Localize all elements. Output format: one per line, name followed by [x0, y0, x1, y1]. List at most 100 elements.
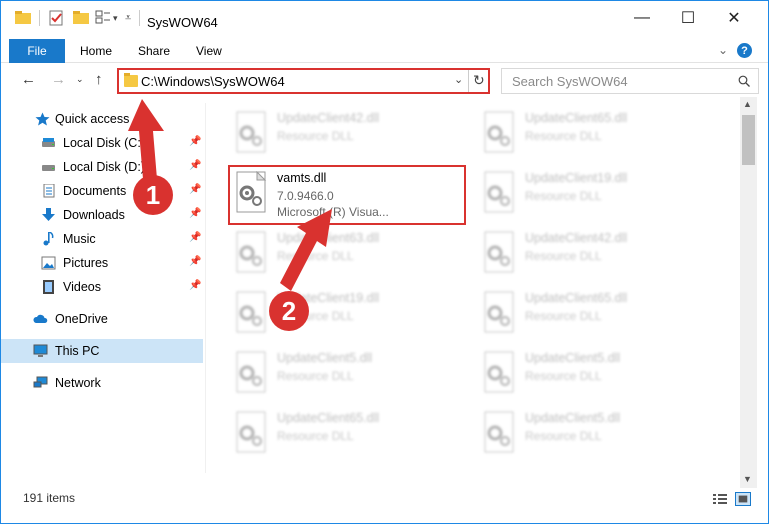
properties-icon[interactable]: [49, 10, 64, 26]
sidebar-item-quick-access[interactable]: Quick access: [1, 107, 203, 131]
sidebar-item-music[interactable]: Music 📌: [1, 227, 203, 251]
pin-icon[interactable]: 📌: [189, 232, 201, 243]
pin-icon[interactable]: 📌: [189, 160, 201, 171]
minimize-button[interactable]: —: [619, 1, 665, 35]
navigation-pane: Quick access Local Disk (C:) 📌 Local Dis…: [1, 103, 206, 483]
pin-icon[interactable]: 📌: [189, 208, 201, 219]
search-input[interactable]: Search SysWOW64: [512, 74, 628, 89]
divider: [205, 103, 206, 473]
maximize-button[interactable]: ☐: [665, 1, 711, 35]
list-item[interactable]: UpdateClient65.dll Resource DLL: [477, 107, 717, 161]
dll-file-icon: [484, 171, 514, 213]
callout-one: 1: [133, 175, 173, 215]
network-icon: [33, 376, 48, 388]
file-name: UpdateClient65.dll: [277, 411, 380, 425]
list-item[interactable]: UpdateClient65.dll Resource DLL: [477, 287, 717, 341]
window-title: SysWOW64: [147, 15, 218, 30]
sidebar-item-label: Local Disk (D:): [63, 160, 145, 174]
sidebar-item-label: Quick access: [55, 112, 130, 126]
forward-button[interactable]: →: [51, 71, 66, 88]
dll-file-icon: [484, 291, 514, 333]
file-type: Resource DLL: [277, 369, 354, 383]
pin-icon[interactable]: 📌: [189, 256, 201, 267]
file-name: UpdateClient42.dll: [525, 231, 628, 245]
search-box[interactable]: Search SysWOW64: [501, 68, 759, 94]
details-view-icon[interactable]: [712, 492, 728, 506]
music-icon: [43, 232, 54, 246]
refresh-icon[interactable]: ↻: [473, 72, 485, 89]
videos-icon: [43, 280, 54, 294]
ribbon-tabs: File Home Share View ⌄ ?: [1, 39, 768, 63]
pin-icon[interactable]: 📌: [189, 136, 201, 147]
list-item[interactable]: UpdateClient42.dll Resource DLL: [477, 227, 717, 281]
list-item[interactable]: UpdateClient65.dll Resource DLL: [229, 407, 469, 461]
scroll-down-icon[interactable]: ▼: [743, 474, 752, 484]
recent-locations-icon[interactable]: ⌄: [76, 74, 84, 85]
callout-two: 2: [269, 291, 309, 331]
file-name: UpdateClient63.dll: [277, 231, 380, 245]
large-icons-view-icon[interactable]: [735, 492, 751, 506]
pin-icon[interactable]: 📌: [189, 280, 201, 291]
folder-icon: [124, 73, 138, 87]
sidebar-item-local-disk-c[interactable]: Local Disk (C:) 📌: [1, 131, 203, 155]
scroll-thumb[interactable]: [742, 115, 755, 165]
sidebar-item-label: This PC: [55, 344, 100, 358]
list-item[interactable]: UpdateClient5.dll Resource DLL: [477, 347, 717, 401]
sidebar-item-onedrive[interactable]: OneDrive: [1, 307, 203, 331]
pictures-icon: [41, 256, 56, 270]
address-bar[interactable]: C:\Windows\SysWOW64 ⌄ ↻: [117, 68, 490, 94]
tab-view[interactable]: View: [196, 44, 222, 58]
cloud-icon: [33, 314, 48, 323]
up-button[interactable]: ↑: [95, 71, 103, 88]
file-type: Resource DLL: [277, 129, 354, 143]
sidebar-item-pictures[interactable]: Pictures 📌: [1, 251, 203, 275]
list-item[interactable]: UpdateClient5.dll Resource DLL: [229, 347, 469, 401]
dll-file-icon: [236, 351, 266, 393]
folder-icon: [15, 11, 31, 24]
dll-file-icon: [484, 231, 514, 273]
scroll-up-icon[interactable]: ▲: [743, 99, 752, 109]
sidebar-item-label: Pictures: [63, 256, 109, 270]
sidebar-item-network[interactable]: Network: [1, 371, 203, 395]
help-icon[interactable]: ?: [737, 43, 752, 58]
close-button[interactable]: ✕: [711, 1, 757, 35]
customize-toolbar-icon[interactable]: ⩡: [125, 12, 131, 25]
back-button[interactable]: ←: [21, 71, 36, 88]
tab-file[interactable]: File: [9, 39, 65, 63]
list-item[interactable]: UpdateClient19.dll Resource DLL: [229, 287, 469, 341]
list-item[interactable]: UpdateClient63.dll Resource DLL: [229, 227, 469, 281]
divider: [39, 10, 40, 26]
expand-ribbon-icon[interactable]: ⌄: [718, 43, 728, 57]
file-type: Resource DLL: [525, 429, 602, 443]
sidebar-item-this-pc[interactable]: This PC: [1, 339, 203, 363]
address-path[interactable]: C:\Windows\SysWOW64: [141, 74, 285, 89]
file-name: UpdateClient5.dll: [277, 351, 373, 365]
sidebar-item-label: Local Disk (C:): [63, 136, 145, 150]
dll-file-icon: [236, 291, 266, 333]
file-type: Resource DLL: [525, 369, 602, 383]
sidebar-item-downloads[interactable]: Downloads 📌: [1, 203, 203, 227]
search-icon[interactable]: [738, 75, 750, 87]
dll-file-icon: [236, 231, 266, 273]
list-item[interactable]: UpdateClient19.dll Resource DLL: [477, 167, 717, 221]
file-name: UpdateClient42.dll: [277, 111, 380, 125]
tab-home[interactable]: Home: [80, 44, 112, 58]
pin-icon[interactable]: 📌: [189, 184, 201, 195]
tab-share[interactable]: Share: [138, 44, 170, 58]
sidebar-item-videos[interactable]: Videos 📌: [1, 275, 203, 299]
list-item[interactable]: UpdateClient5.dll Resource DLL: [477, 407, 717, 461]
new-folder-icon[interactable]: [73, 10, 89, 24]
item-count: 191 items: [23, 491, 76, 505]
vertical-scrollbar[interactable]: ▲ ▼: [740, 97, 757, 488]
drive-icon: [42, 165, 55, 171]
file-type: Resource DLL: [525, 309, 602, 323]
sidebar-item-local-disk-d[interactable]: Local Disk (D:) 📌: [1, 155, 203, 179]
documents-icon: [43, 184, 55, 198]
chevron-down-icon[interactable]: ⌄: [454, 73, 463, 86]
view-options-icon[interactable]: [95, 10, 111, 24]
sidebar-item-label: Videos: [63, 280, 101, 294]
explorer-window: ▾ ⩡ SysWOW64 — ☐ ✕ File Home Share View …: [0, 0, 769, 524]
list-item[interactable]: UpdateClient42.dll Resource DLL: [229, 107, 469, 161]
chevron-down-icon[interactable]: ▾: [113, 13, 118, 24]
file-type: Resource DLL: [277, 429, 354, 443]
